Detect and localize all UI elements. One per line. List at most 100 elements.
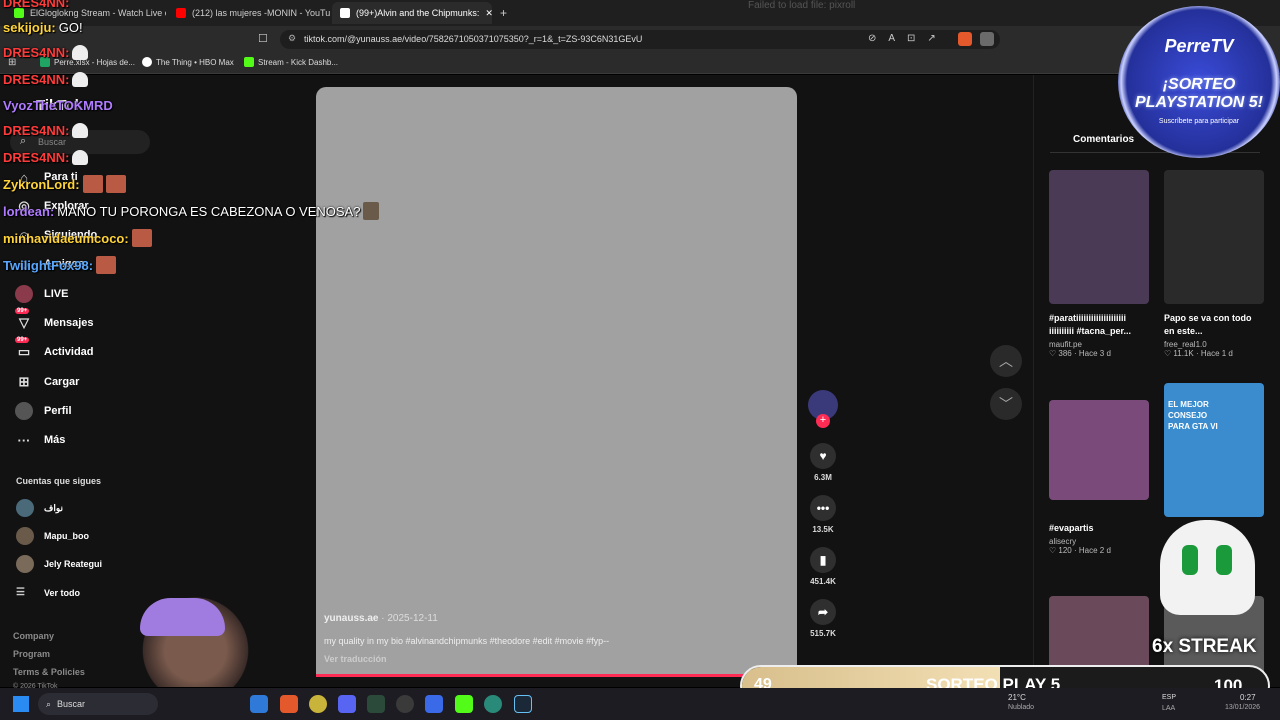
language-layout: LAA	[1162, 705, 1176, 712]
app-icon[interactable]	[309, 695, 327, 713]
nav-cargar[interactable]: ⊞ Cargar	[14, 372, 80, 392]
chat-user: DRES4NN:	[3, 150, 70, 165]
avatar	[16, 555, 34, 573]
following-item[interactable]: Jely Reategui	[16, 555, 102, 573]
kick-icon	[244, 57, 254, 67]
close-tab-icon[interactable]: ✕	[485, 8, 492, 19]
app-icon[interactable]	[367, 695, 385, 713]
nav-mas[interactable]: ··· Más	[14, 430, 66, 450]
taskbar-search[interactable]: ⌕ Buscar	[38, 693, 158, 715]
next-video-button[interactable]: ﹀	[990, 388, 1022, 420]
prev-video-button[interactable]: ︿	[990, 345, 1022, 377]
video-progress[interactable]	[316, 674, 797, 677]
nav-live[interactable]: LIVE	[14, 284, 68, 304]
footer-terms[interactable]: Terms & Policies	[13, 667, 85, 677]
skull-icon	[1160, 520, 1255, 615]
comment-button[interactable]: ••• 13.5K	[808, 495, 838, 534]
weather-desc: Nublado	[1008, 704, 1035, 711]
app-icon[interactable]	[425, 695, 443, 713]
following-name: Jely Reategui	[44, 559, 103, 569]
browser-toolbar-icons[interactable]: ⊘A⊡↗	[868, 33, 948, 44]
following-item[interactable]: نواف	[16, 499, 63, 517]
nav-label: Más	[44, 434, 66, 446]
video-caption: my quality in my bio #alvinandchipmunks …	[324, 636, 610, 646]
explorer-icon[interactable]	[250, 695, 268, 713]
browser-tab-youtube[interactable]: (212) las mujeres -MONIN - YouTube	[168, 2, 330, 24]
kick-icon[interactable]	[455, 695, 473, 713]
messages-badge: 99+	[15, 308, 30, 314]
video-thumbnail	[1049, 400, 1149, 500]
chat-user: DRES4NN:	[3, 72, 70, 87]
nav-mensajes[interactable]: ▽ 99+ Mensajes	[14, 308, 94, 333]
footer-program[interactable]: Program	[13, 649, 50, 659]
tab-comentarios[interactable]: Comentarios	[1073, 134, 1134, 145]
brave-shield-icon[interactable]	[958, 32, 972, 46]
profile-icon	[14, 401, 34, 421]
video-thumbnail	[1049, 170, 1149, 304]
bookmark-star-icon[interactable]: ☐	[258, 32, 268, 45]
windows-start-icon[interactable]	[13, 696, 29, 712]
related-card[interactable]: EL MEJOR CONSEJO PARA GTA VI	[1164, 383, 1264, 517]
new-tab-button[interactable]: +	[500, 6, 507, 20]
nav-label: Actividad	[44, 346, 94, 358]
app-icon[interactable]	[484, 695, 502, 713]
see-all-link[interactable]: ☰ Ver todo	[16, 587, 80, 598]
search-placeholder: Buscar	[38, 137, 67, 147]
weather-temp[interactable]: 21°C	[1008, 693, 1026, 702]
following-header: Cuentas que sigues	[16, 476, 102, 486]
nav-actividad[interactable]: ▭ 99+ Actividad	[14, 337, 94, 362]
following-name: نواف	[44, 502, 63, 513]
emote	[96, 256, 117, 274]
skull-emote	[72, 150, 89, 165]
video-player[interactable]	[316, 87, 797, 677]
obs-icon[interactable]	[396, 695, 414, 713]
bookmark-label: The Thing • HBO Max	[156, 57, 234, 67]
more-icon: ···	[17, 432, 31, 448]
emote	[82, 175, 103, 193]
share-button[interactable]: ➦ 515.7K	[808, 599, 838, 638]
language-indicator[interactable]: ESP	[1162, 694, 1176, 701]
avatar	[16, 499, 34, 517]
clock-date: 13/01/2026	[1225, 704, 1261, 711]
like-button[interactable]: ♥ 6.3M	[808, 443, 838, 482]
related-card[interactable]: #paratiiiiiiiiiiiiiiiiiiii iiiiiiiiii #t…	[1049, 170, 1149, 358]
related-card[interactable]: #evapartis alisecry ♡ 120 · Hace 2 d	[1049, 400, 1149, 555]
youtube-icon	[176, 8, 186, 18]
comment-icon: •••	[810, 495, 836, 521]
follow-plus-icon[interactable]: +	[816, 414, 830, 428]
card-likes: 386	[1058, 349, 1072, 358]
nav-label: Perfil	[44, 405, 72, 417]
chat-user: DRES4NN:	[3, 0, 70, 10]
site-info-icon[interactable]: ⚙	[288, 33, 296, 44]
heart-icon: ♡	[1049, 546, 1059, 555]
brave-icon[interactable]	[280, 695, 298, 713]
video-author[interactable]: yunauss.ae	[324, 613, 378, 624]
webcam-cap	[140, 598, 225, 636]
bookmark-kick[interactable]: Stream - Kick Dashb...	[244, 57, 338, 67]
card-title: #paratiiiiiiiiiiiiiiiiiiii iiiiiiiiii #t…	[1049, 313, 1132, 336]
following-item[interactable]: Mapu_boo	[16, 527, 89, 545]
nav-perfil[interactable]: Perfil	[14, 401, 72, 421]
discord-icon[interactable]	[338, 695, 356, 713]
skull-emote	[72, 45, 89, 60]
tab-label: (212) las mujeres -MONIN - YouTube	[192, 8, 330, 18]
skull-eye	[1216, 545, 1232, 575]
chat-message: ZykronLord:	[3, 175, 126, 193]
save-button[interactable]: ▮ 451.4K	[808, 547, 838, 586]
translate-link[interactable]: Ver traducción	[324, 654, 387, 664]
clock-time[interactable]: 0:27	[1240, 693, 1256, 702]
steam-icon[interactable]	[514, 695, 532, 713]
bookmark-hbo[interactable]: The Thing • HBO Max	[142, 57, 234, 67]
card-meta: ♡ 386 · Hace 3 d	[1049, 349, 1149, 358]
chat-message: VyozTheTOKMRD	[3, 98, 113, 113]
taskbar-search-label: Buscar	[57, 699, 86, 709]
share-icon: ➦	[810, 599, 836, 625]
extension-icon[interactable]	[980, 32, 994, 46]
footer-company[interactable]: Company	[13, 631, 54, 641]
browser-tab-tiktok[interactable]: (99+)Alvin and the Chipmunks: ✕	[332, 2, 492, 24]
avatar	[16, 527, 34, 545]
related-card[interactable]: Papo se va con todo en este... free_real…	[1164, 170, 1264, 358]
faded-overlay-text: Failed to load file: pixroll	[748, 0, 856, 11]
chat-user: DRES4NN:	[3, 123, 70, 138]
heart-icon: ♥	[810, 443, 836, 469]
